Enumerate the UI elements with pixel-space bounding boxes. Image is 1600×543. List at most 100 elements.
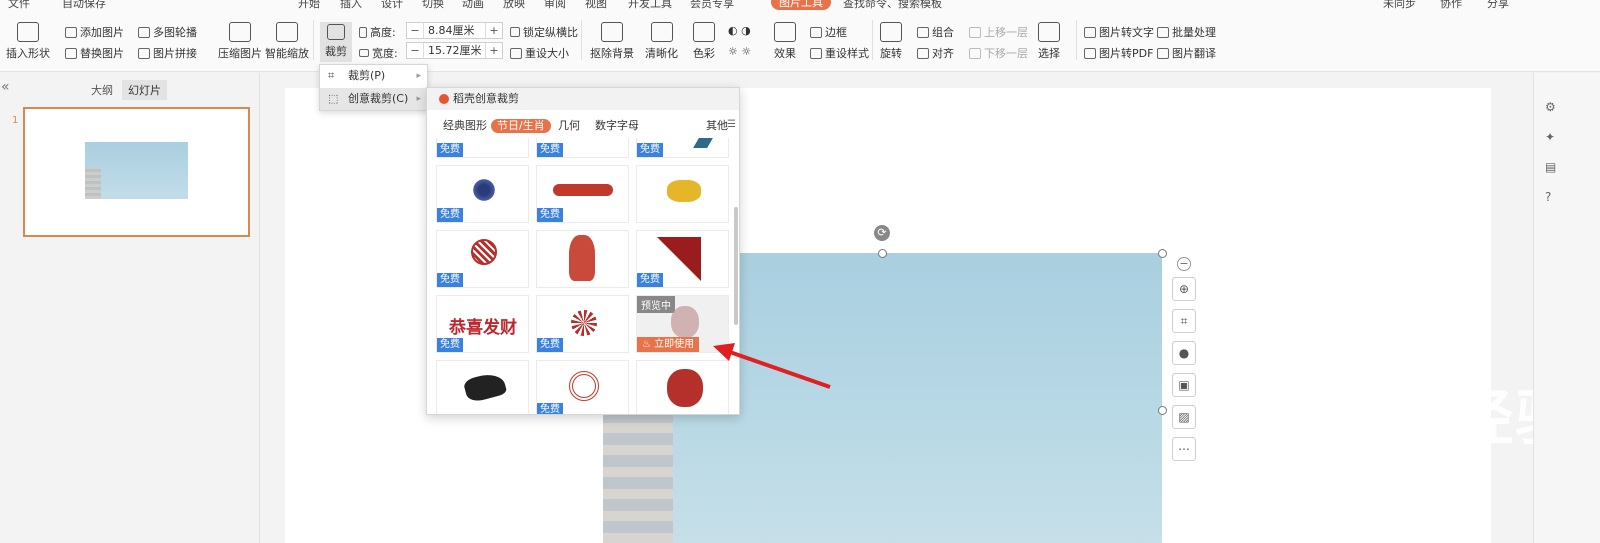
resize-handle-top[interactable] — [878, 249, 887, 258]
multi-carousel-button[interactable]: 多图轮播 — [138, 24, 197, 40]
command-search[interactable]: 查找命令、搜索模板 — [843, 0, 942, 11]
width-field[interactable]: − 15.72厘米 + — [406, 42, 503, 59]
shape-item[interactable]: 免费 — [536, 138, 629, 158]
shape-item[interactable]: 免费 — [436, 230, 529, 288]
shape-graphic — [471, 239, 497, 265]
width-increase[interactable]: + — [486, 44, 502, 57]
width-label: 宽度: — [359, 45, 398, 61]
image-to-text-button[interactable]: 图片转文字 — [1084, 24, 1154, 40]
lightbulb-icon[interactable]: ● — [1172, 341, 1196, 365]
tab-animation[interactable]: 动画 — [462, 0, 484, 11]
tab-slideshow[interactable]: 放映 — [503, 0, 525, 11]
image-to-pdf-button[interactable]: 图片转PDF — [1084, 45, 1153, 61]
replace-image-button[interactable]: 替换图片 — [65, 45, 124, 61]
height-decrease[interactable]: − — [407, 24, 423, 37]
tab-classic-shapes[interactable]: 经典图形 — [439, 119, 491, 133]
tab-developer[interactable]: 开发工具 — [628, 0, 672, 11]
docer-logo-icon — [439, 94, 449, 104]
tab-view[interactable]: 视图 — [585, 0, 607, 11]
tab-festival-zodiac[interactable]: 节日/生肖 — [491, 119, 551, 133]
height-increase[interactable]: + — [486, 24, 502, 37]
lock-ratio-checkbox[interactable]: 锁定纵横比 — [510, 24, 578, 40]
shape-item[interactable] — [636, 165, 729, 223]
reset-size-button[interactable]: 重设大小 — [510, 45, 569, 61]
reset-style-button[interactable]: 重设样式 — [810, 45, 869, 61]
remove-background-button[interactable]: 抠除背景 — [590, 22, 634, 61]
more-icon[interactable]: ⋯ — [1172, 437, 1196, 461]
send-backward-button[interactable]: 下移一层 — [969, 45, 1028, 61]
panel-scrollbar[interactable] — [734, 207, 738, 325]
color-button[interactable]: 色彩 — [693, 22, 715, 61]
brightness-icon[interactable]: ☼ ☼ — [728, 45, 751, 58]
collapse-panel-icon[interactable]: « — [1, 79, 10, 95]
slides-icon[interactable]: ▤ — [1545, 160, 1556, 174]
autosave-toggle[interactable]: 自动保存 — [62, 0, 106, 11]
bring-forward-button[interactable]: 上移一层 — [969, 24, 1028, 40]
tab-review[interactable]: 审阅 — [544, 0, 566, 11]
compress-image-button[interactable]: 压缩图片 — [218, 22, 262, 61]
slide-thumbnail[interactable] — [23, 107, 250, 237]
tab-home[interactable]: 开始 — [298, 0, 320, 11]
image-collage-button[interactable]: 图片拼接 — [138, 45, 197, 61]
shape-graphic — [571, 310, 597, 336]
insert-shape-button[interactable]: 插入形状 — [6, 22, 50, 61]
height-field[interactable]: − 8.84厘米 + — [406, 22, 503, 39]
free-badge: 免费 — [537, 143, 563, 157]
tab-geometry[interactable]: 几何 — [554, 119, 584, 133]
shape-item[interactable] — [436, 360, 529, 414]
width-icon — [359, 49, 369, 57]
group-button[interactable]: 组合 — [917, 24, 954, 40]
shape-item[interactable]: 恭喜发财 免费 — [436, 295, 529, 353]
pin-icon[interactable]: ✦ — [1545, 130, 1555, 144]
tab-outline[interactable]: 大纲 — [91, 82, 113, 98]
shape-item[interactable]: 免费 — [436, 138, 529, 158]
picture-replace-icon[interactable]: ▣ — [1172, 373, 1196, 397]
select-button[interactable]: 选择 — [1038, 22, 1060, 61]
tab-numbers-letters[interactable]: 数字字母 — [591, 119, 643, 133]
help-icon[interactable]: ? — [1545, 190, 1551, 204]
width-decrease[interactable]: − — [407, 44, 423, 57]
clarity-button[interactable]: 清晰化 — [645, 22, 678, 61]
shape-item[interactable]: 免费 — [536, 360, 629, 414]
resize-handle-right[interactable] — [1158, 406, 1167, 415]
clarity-icon — [650, 22, 673, 42]
zoom-icon[interactable]: ⊕ — [1172, 277, 1196, 301]
resize-handle-top-right[interactable] — [1158, 249, 1167, 258]
add-image-button[interactable]: 添加图片 — [65, 24, 124, 40]
crop-menu-item[interactable]: ⌗ 裁剪(P) ▸ — [320, 65, 427, 87]
effect-button[interactable]: 效果 — [774, 22, 796, 61]
settings-icon[interactable]: ⚙ — [1545, 100, 1556, 114]
picture-edit-icon[interactable]: ▨ — [1172, 405, 1196, 429]
border-button[interactable]: 边框 — [810, 24, 847, 40]
align-button[interactable]: 对齐 — [917, 45, 954, 61]
tab-transition[interactable]: 切换 — [422, 0, 444, 11]
smart-scale-button[interactable]: 智能缩放 — [265, 22, 309, 61]
tab-slides[interactable]: 幻灯片 — [122, 80, 167, 100]
carousel-icon — [138, 26, 150, 38]
tab-insert[interactable]: 插入 — [340, 0, 362, 11]
shape-item[interactable]: 免费 — [436, 165, 529, 223]
crop-button[interactable]: 裁剪 — [320, 22, 352, 62]
crop-dropdown: ⌗ 裁剪(P) ▸ ⬚ 创意裁剪(C) ▸ — [319, 64, 428, 111]
image-translate-button[interactable]: 图片翻译 — [1157, 45, 1216, 61]
share-button[interactable]: 分享 — [1487, 0, 1509, 11]
crop-icon[interactable]: ⌗ — [1172, 309, 1196, 333]
batch-process-button[interactable]: 批量处理 — [1157, 24, 1216, 40]
shape-item[interactable]: 免费 — [636, 138, 729, 158]
creative-crop-menu-item[interactable]: ⬚ 创意裁剪(C) ▸ — [320, 88, 427, 110]
shape-item[interactable]: 免费 — [636, 230, 729, 288]
shape-item[interactable]: 免费 — [536, 295, 629, 353]
shape-item[interactable] — [536, 230, 629, 288]
collab-button[interactable]: 协作 — [1440, 0, 1462, 11]
contrast-icon[interactable]: ◐ ◑ — [728, 24, 751, 37]
rotate-button[interactable]: 旋转 — [880, 22, 902, 61]
tab-member[interactable]: 会员专享 — [690, 0, 734, 11]
rotate-handle-icon[interactable]: ⟳ — [874, 225, 890, 241]
tab-picture-tools[interactable]: 图片工具 — [771, 0, 831, 10]
tab-design[interactable]: 设计 — [381, 0, 403, 11]
sync-status[interactable]: 未同步 — [1383, 0, 1416, 11]
shape-item[interactable]: 免费 — [536, 165, 629, 223]
menu-lines-icon[interactable]: ☰ — [727, 119, 736, 130]
file-menu[interactable]: 文件 — [8, 0, 30, 11]
use-now-button[interactable]: ♨ 立即使用 — [637, 337, 700, 352]
